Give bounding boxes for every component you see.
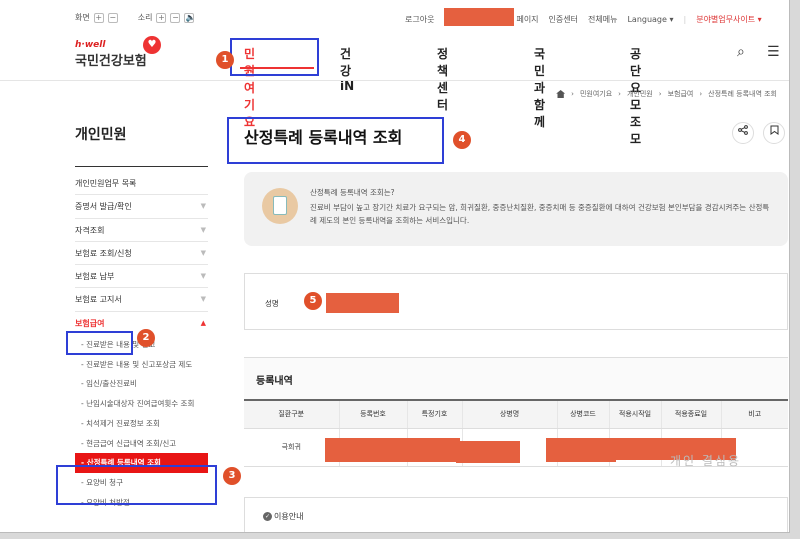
service-info-box: 산정특례 등록내역 조회는? 진료비 부담이 높고 장기간 치료가 요구되는 암…: [244, 172, 788, 246]
name-box: 성명: [244, 273, 788, 330]
screen-size-label: 화면: [75, 13, 90, 22]
submenu-item[interactable]: - 치석제거 진료정보 조회: [75, 414, 208, 434]
info-question: 산정특례 등록내역 조회는?: [310, 188, 395, 197]
auth-center-link[interactable]: 인증센터: [549, 14, 578, 25]
redacted-table-data: [325, 438, 460, 462]
sidebar-item[interactable]: 보험료 조회/신청 ▼: [75, 242, 208, 266]
sidebar-item[interactable]: 자격조회 ▼: [75, 219, 208, 242]
chevron-down-icon: ▼: [200, 202, 206, 211]
registration-heading: 등록내역: [244, 357, 788, 399]
logo-name: 국민건강보험: [75, 54, 147, 69]
full-menu-link[interactable]: 전체메뉴: [588, 14, 617, 25]
business-site-link[interactable]: 분야별업무사이트 ▾: [696, 14, 761, 25]
column-header: 상병명: [462, 399, 558, 429]
chevron-down-icon: ▼: [200, 225, 206, 234]
nav-item-with-people[interactable]: 국민과함께: [534, 45, 545, 130]
column-header: 상병코드: [557, 399, 610, 429]
breadcrumb-current: 산정특례 등록내역 조회: [708, 90, 777, 98]
redacted-username: [444, 8, 515, 26]
submenu-item[interactable]: - 임신/출산진료비: [75, 374, 208, 394]
annotation-box-1: [230, 38, 319, 76]
redacted-name-value: [326, 293, 399, 313]
breadcrumb-item[interactable]: 민원여기요: [580, 89, 612, 99]
column-header: 비고: [721, 399, 788, 429]
speaker-icon[interactable]: 🔈: [184, 12, 195, 23]
submenu-item[interactable]: - 난임시술대상자 진여급여횟수 조회: [75, 394, 208, 414]
nav-item-policy-center[interactable]: 정책센터: [437, 45, 448, 113]
browser-viewport: 화면 + − 소리 + − 🔈 로그아웃 페이지 인증센터 전체메뉴 Langu…: [0, 0, 790, 533]
breadcrumb: › 민원여기요 › 개인민원 › 보험급여 › 산정특례 등록내역 조회: [556, 89, 777, 99]
annotation-badge-5: 5: [304, 292, 322, 310]
header-divider: [0, 80, 789, 81]
submenu-item[interactable]: - 진료받은 내용 및 신고포상금 제도: [75, 355, 208, 375]
column-header: 특정기호: [407, 399, 463, 429]
sidebar-item[interactable]: 증명서 발급/확인 ▼: [75, 195, 208, 219]
menu-icon[interactable]: ☰: [767, 44, 780, 60]
column-header: 적용시작일: [609, 399, 662, 429]
sidebar-item[interactable]: 보험료 납부 ▼: [75, 265, 208, 289]
clipboard-person-icon: [262, 188, 298, 224]
sidebar-title: 개인민원: [75, 127, 127, 143]
annotation-badge-4: 4: [453, 131, 471, 149]
usage-guide[interactable]: ✓ 이용안내: [244, 497, 788, 532]
logo-tagline: h·well: [75, 40, 106, 50]
annotation-badge-1: 1: [216, 51, 234, 69]
chevron-up-icon: ▲: [200, 318, 206, 327]
share-icon[interactable]: [732, 122, 754, 144]
sound-label: 소리: [137, 13, 153, 22]
breadcrumb-item[interactable]: 개인민원: [627, 89, 653, 99]
zoom-out-button[interactable]: −: [107, 12, 118, 23]
heart-logo-icon: ♥: [143, 36, 161, 54]
annotation-box-2: [66, 331, 133, 355]
name-label: 성명: [265, 299, 279, 308]
sidebar-item[interactable]: 보험료 고지서 ▼: [75, 288, 208, 312]
column-header: 적용종료일: [661, 399, 722, 429]
table-header-row: 질환구분 등록번호 특정기호 상병명 상병코드 적용시작일 적용종료일 비고: [244, 399, 788, 429]
redacted-table-data: [546, 438, 616, 462]
zoom-in-button[interactable]: +: [93, 12, 104, 23]
sidebar-divider: [75, 166, 208, 167]
column-header: 등록번호: [339, 399, 408, 429]
language-select[interactable]: Language ▾: [627, 15, 673, 24]
chevron-down-icon: ▼: [200, 295, 206, 304]
logout-link[interactable]: 로그아웃: [405, 14, 434, 25]
bookmark-icon[interactable]: [763, 122, 785, 144]
volume-down-button[interactable]: −: [170, 12, 181, 23]
chevron-down-icon: ▼: [200, 272, 206, 281]
watermark: 개인 결심용: [670, 454, 742, 468]
annotation-box-3: [56, 465, 217, 505]
nhis-logo[interactable]: h·well 국민건강보험 ♥: [75, 36, 161, 69]
info-description: 진료비 부담이 높고 장기간 치료가 요구되는 암, 희귀질환, 중증난치질환,…: [310, 203, 770, 225]
breadcrumb-item[interactable]: 보험급여: [668, 89, 694, 99]
volume-up-button[interactable]: +: [156, 12, 167, 23]
annotation-box-4: [227, 117, 444, 164]
chevron-down-icon: ▼: [200, 248, 206, 257]
annotation-badge-2: 2: [137, 329, 155, 347]
utility-bar: 화면 + − 소리 + − 🔈 로그아웃 페이지 인증센터 전체메뉴 Langu…: [0, 8, 789, 28]
column-header: 질환구분: [244, 399, 340, 429]
search-icon[interactable]: ⌕: [737, 44, 745, 60]
nav-item-health-in[interactable]: 건강iN: [340, 45, 354, 93]
annotation-badge-3: 3: [223, 467, 241, 485]
home-icon[interactable]: [556, 90, 566, 98]
sidebar-item[interactable]: 개인민원업무 목록: [75, 172, 208, 196]
mypage-link[interactable]: 페이지: [516, 14, 538, 25]
submenu-item[interactable]: - 현금급여 신급내역 조회/신고: [75, 434, 208, 454]
check-circle-icon: ✓: [263, 512, 272, 521]
redacted-table-data: [456, 441, 520, 463]
usage-label: 이용안내: [274, 512, 304, 521]
